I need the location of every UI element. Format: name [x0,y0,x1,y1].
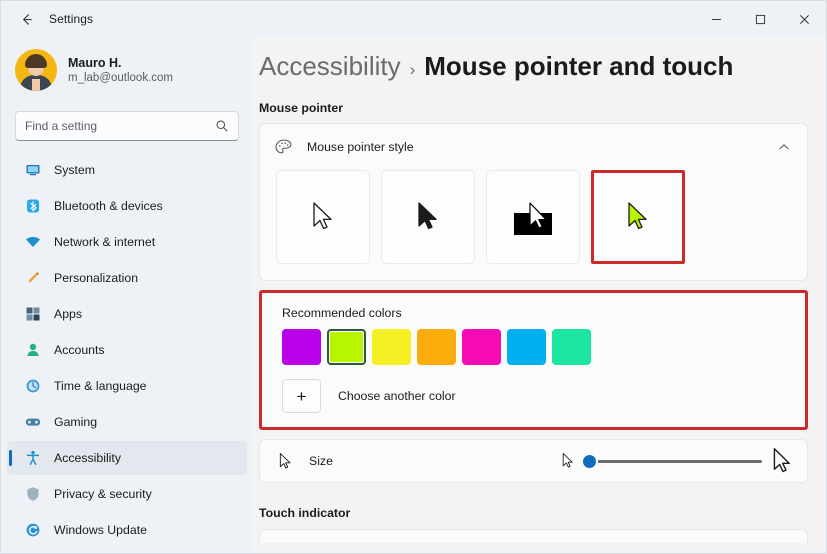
choose-another-color-label: Choose another color [338,389,456,403]
breadcrumb-separator: › [409,60,416,79]
sidebar-item-accessibility[interactable]: Accessibility [7,441,247,475]
recommended-colors-label: Recommended colors [282,306,402,320]
shield-icon [24,486,41,503]
mouse-pointer-style-card: Mouse pointer style [259,123,808,281]
choose-another-color-row[interactable]: + Choose another color [282,379,789,413]
plus-icon[interactable]: + [282,379,321,413]
sidebar-nav: System Bluetooth & devices Network & int… [1,153,253,549]
small-cursor-icon [278,452,293,471]
window-title: Settings [49,12,94,26]
pointer-size-slider[interactable] [581,452,762,470]
title-bar: Settings [1,1,826,37]
close-button[interactable] [782,1,826,37]
palette-icon [274,138,293,157]
sidebar-item-system[interactable]: System [7,153,247,187]
mouse-pointer-style-header[interactable]: Mouse pointer style [260,124,807,170]
search-box[interactable] [15,111,239,141]
color-swatch-spring-green[interactable] [552,329,591,365]
pointer-size-right [561,447,793,475]
sidebar-item-bluetooth-devices[interactable]: Bluetooth & devices [7,189,247,223]
sidebar-item-accounts[interactable]: Accounts [7,333,247,367]
update-icon [24,522,41,539]
sidebar-item-time-language[interactable]: Time & language [7,369,247,403]
slider-thumb[interactable] [581,452,598,470]
touch-indicator-card [259,529,808,543]
sidebar: Mauro H. m_lab@outlook.com Find a settin… [1,37,253,553]
main-pane: Accessibility › Mouse pointer and touch … [253,37,826,553]
pointer-option-custom-pointer[interactable] [591,170,685,264]
large-cursor-icon [771,447,793,475]
page-title: Mouse pointer and touch [424,51,734,81]
network-icon [24,234,41,251]
sidebar-item-apps[interactable]: Apps [7,297,247,331]
window-controls [694,1,826,37]
avatar [15,49,57,91]
sidebar-item-privacy-security[interactable]: Privacy & security [7,477,247,511]
maximize-button[interactable] [738,1,782,37]
section-label-touch-indicator: Touch indicator [259,506,351,520]
color-swatch-purple[interactable] [282,329,321,365]
minimize-icon [711,18,721,20]
search-input[interactable] [25,119,215,133]
sidebar-item-network-internet[interactable]: Network & internet [7,225,247,259]
sidebar-item-label: Network & internet [54,235,156,249]
apps-icon [24,306,41,323]
back-button[interactable] [9,4,43,34]
sidebar-item-label: Personalization [54,271,139,285]
person-icon [24,342,41,359]
color-swatch-lime[interactable] [327,329,366,365]
chevron-up-icon[interactable] [777,140,791,154]
close-icon [799,14,809,24]
pointer-size-label: Size [309,454,333,468]
pointer-size-left: Size [278,452,561,471]
gamepad-icon [24,414,41,431]
color-swatch-amber[interactable] [417,329,456,365]
sidebar-item-label: Apps [54,307,83,321]
sidebar-item-label: Gaming [54,415,98,429]
breadcrumb-parent[interactable]: Accessibility [259,51,401,82]
sidebar-item-windows-update[interactable]: Windows Update [7,513,247,547]
account-name: Mauro H. [68,55,122,70]
accessibility-icon [24,450,41,467]
search-icon [215,119,229,133]
color-swatch-row [282,329,789,365]
account-block[interactable]: Mauro H. m_lab@outlook.com [1,43,253,97]
window-body: Mauro H. m_lab@outlook.com Find a settin… [1,37,826,553]
account-email: m_lab@outlook.com [68,71,173,84]
sidebar-item-gaming[interactable]: Gaming [7,405,247,439]
pointer-style-options [260,170,807,280]
color-swatch-yellow[interactable] [372,329,411,365]
sidebar-item-label: Bluetooth & devices [54,199,163,213]
section-label-mouse-pointer: Mouse pointer [259,101,344,115]
sidebar-item-label: Privacy & security [54,487,152,501]
color-swatch-magenta[interactable] [462,329,501,365]
pointer-size-card: Size [259,439,808,483]
color-swatch-cyan[interactable] [507,329,546,365]
slider-track[interactable] [584,459,762,463]
pointer-option-white-pointer[interactable] [276,170,370,264]
back-arrow-icon [22,13,32,25]
sidebar-item-label: Time & language [54,379,147,393]
minimize-button[interactable] [694,1,738,37]
bluetooth-icon [24,198,41,215]
recommended-colors-block: Recommended colors + Choose another colo… [259,290,808,430]
pointer-option-inverted-pointer[interactable] [486,170,580,264]
breadcrumb: Accessibility › Mouse pointer and touch [259,51,808,82]
clock-icon [24,378,41,395]
pointer-option-black-pointer[interactable] [381,170,475,264]
system-icon [24,162,41,179]
small-cursor-icon [561,452,575,470]
sidebar-item-label: Accounts [54,343,105,357]
maximize-icon [755,14,765,24]
mouse-pointer-style-title: Mouse pointer style [307,140,414,154]
sidebar-item-label: Windows Update [54,523,147,537]
sidebar-item-personalization[interactable]: Personalization [7,261,247,295]
sidebar-item-label: System [54,163,95,177]
settings-window: Settings Mauro H. m_lab@outlook.com Find… [0,0,827,554]
paintbrush-icon [24,270,41,287]
sidebar-item-label: Accessibility [54,451,121,465]
